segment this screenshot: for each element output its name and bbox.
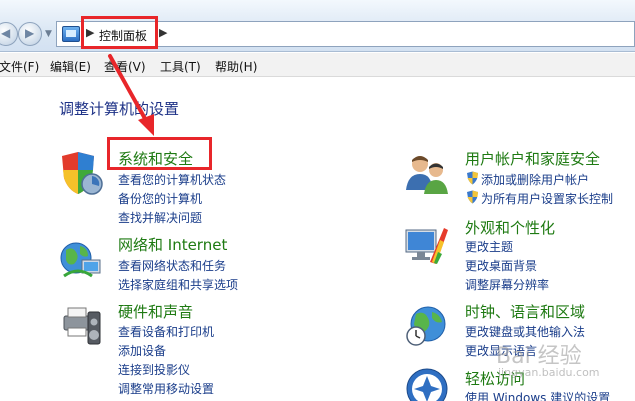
hardware-sound-icon[interactable] <box>58 302 104 348</box>
link-view-network-status[interactable]: 查看网络状态和任务 <box>118 257 226 274</box>
appearance-icon[interactable] <box>404 222 450 268</box>
link-homegroup-sharing[interactable]: 选择家庭组和共享选项 <box>118 276 238 293</box>
highlight-box-system-security <box>107 137 212 170</box>
history-dropdown-icon[interactable]: ▼ <box>45 29 52 39</box>
control-panel-icon <box>62 26 80 42</box>
back-arrow-icon: ◀ <box>1 26 11 40</box>
menu-edit[interactable]: 编辑(E) <box>50 58 91 75</box>
uac-shield-icon <box>467 171 478 185</box>
forward-button[interactable]: ▶ <box>18 22 42 46</box>
network-internet-icon[interactable] <box>58 236 104 282</box>
red-arrow-annotation <box>108 54 154 136</box>
category-appearance[interactable]: 外观和个性化 <box>465 217 555 238</box>
link-recommended-settings[interactable]: 使用 Windows 建议的设置 <box>465 389 610 401</box>
link-backup-computer[interactable]: 备份您的计算机 <box>118 190 202 207</box>
category-network-internet[interactable]: 网络和 Internet <box>118 234 227 255</box>
menu-help[interactable]: 帮助(H) <box>215 58 257 75</box>
uac-shield-icon <box>467 190 478 204</box>
menu-tools[interactable]: 工具(T) <box>160 58 201 75</box>
user-accounts-icon[interactable] <box>404 150 450 196</box>
link-add-device[interactable]: 添加设备 <box>118 342 166 359</box>
link-connect-projector[interactable]: 连接到投影仪 <box>118 361 190 378</box>
category-hardware-sound[interactable]: 硬件和声音 <box>118 301 193 322</box>
breadcrumb-chevron-icon[interactable]: ▶ <box>159 26 167 39</box>
category-user-accounts[interactable]: 用户帐户和家庭安全 <box>465 148 600 169</box>
watermark-url: jingyan.baidu.com <box>498 366 600 379</box>
link-change-theme[interactable]: 更改主题 <box>465 238 513 255</box>
category-clock-language-region[interactable]: 时钟、语言和区域 <box>465 301 585 322</box>
link-mobility-settings[interactable]: 调整常用移动设置 <box>118 380 214 397</box>
link-view-computer-status[interactable]: 查看您的计算机状态 <box>118 171 226 188</box>
system-security-icon[interactable] <box>58 150 104 196</box>
clock-language-region-icon[interactable] <box>404 302 450 348</box>
highlight-box-breadcrumb <box>81 16 158 49</box>
link-devices-printers[interactable]: 查看设备和打印机 <box>118 323 214 340</box>
link-parental-controls[interactable]: 为所有用户设置家长控制 <box>481 190 613 207</box>
ease-of-access-icon[interactable] <box>404 366 450 401</box>
link-add-remove-accounts[interactable]: 添加或删除用户帐户 <box>481 171 589 188</box>
link-screen-resolution[interactable]: 调整屏幕分辨率 <box>465 276 549 293</box>
link-troubleshoot[interactable]: 查找并解决问题 <box>118 209 202 226</box>
menu-file[interactable]: 文件(F) <box>0 58 39 75</box>
back-button[interactable]: ◀ <box>0 22 18 46</box>
menu-bar: 文件(F) 编辑(E) 查看(V) 工具(T) 帮助(H) <box>0 53 635 77</box>
link-change-desktop-background[interactable]: 更改桌面背景 <box>465 257 537 274</box>
forward-arrow-icon: ▶ <box>25 26 35 40</box>
